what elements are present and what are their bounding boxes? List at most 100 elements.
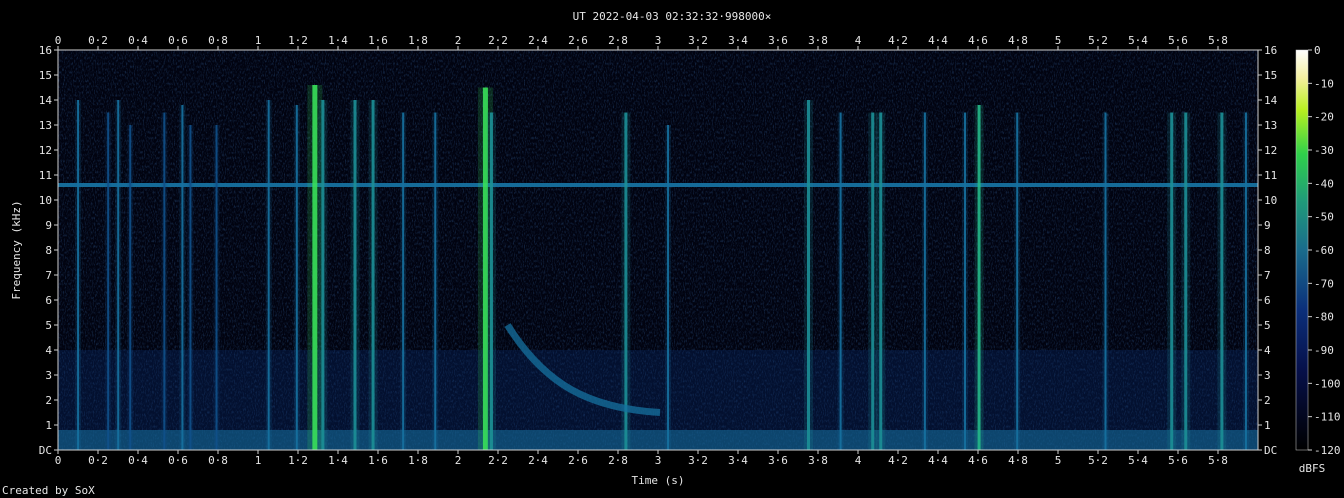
colorbar-tick-label: -100 bbox=[1314, 377, 1341, 390]
x-tick-label: 5·8 bbox=[1208, 454, 1228, 467]
x-tick-label-top: 4·6 bbox=[968, 34, 988, 47]
impulse-line bbox=[181, 105, 184, 450]
impulse-line bbox=[1016, 112, 1019, 450]
x-tick-label: 5 bbox=[1055, 454, 1062, 467]
x-tick-label: 2·6 bbox=[568, 454, 588, 467]
impulse-line bbox=[353, 100, 357, 450]
x-tick-label-top: 3·4 bbox=[728, 34, 748, 47]
x-tick-label: 3·2 bbox=[688, 454, 708, 467]
x-tick-label-top: 3·8 bbox=[808, 34, 828, 47]
x-tick-label-top: 3·6 bbox=[768, 34, 788, 47]
colorbar-tick-label: -20 bbox=[1314, 111, 1334, 124]
x-tick-label-top: 1·6 bbox=[368, 34, 388, 47]
impulse-line bbox=[977, 105, 981, 450]
colorbar-tick-label: 0 bbox=[1314, 44, 1321, 57]
impulse-line bbox=[1220, 112, 1224, 450]
x-tick-label: 5·2 bbox=[1088, 454, 1108, 467]
x-tick-label: 1·2 bbox=[288, 454, 308, 467]
x-tick-label: 0·2 bbox=[88, 454, 108, 467]
x-tick-label-top: 2 bbox=[455, 34, 462, 47]
y-tick-label-right: 6 bbox=[1264, 294, 1271, 307]
y-tick-label-right: 11 bbox=[1264, 169, 1277, 182]
chart-title: UT 2022-04-03 02:32:32·998000× bbox=[573, 10, 772, 23]
x-tick-label: 5·6 bbox=[1168, 454, 1188, 467]
x-tick-label: 1·4 bbox=[328, 454, 348, 467]
x-tick-label: 4·4 bbox=[928, 454, 948, 467]
y-tick-label-right: 2 bbox=[1264, 394, 1271, 407]
y-tick-label-right: 13 bbox=[1264, 119, 1277, 132]
y-tick-label: 13 bbox=[39, 119, 52, 132]
impulse-line bbox=[871, 112, 875, 450]
x-axis-label: Time (s) bbox=[632, 474, 685, 487]
colorbar-tick-label: -50 bbox=[1314, 211, 1334, 224]
impulse-line bbox=[215, 125, 218, 450]
colorbar: 0 -10 -20 -30 -40 -50 -60 -70 -80 -90 -100 -110 -120… bbox=[1295, 44, 1341, 475]
y-tick-label: 11 bbox=[39, 169, 52, 182]
y-tick-label-right: 7 bbox=[1264, 269, 1271, 282]
y-tick-label: 5 bbox=[45, 319, 52, 332]
y-tick-label: 8 bbox=[45, 244, 52, 257]
y-tick-label-right: 9 bbox=[1264, 219, 1271, 232]
x-tick-label-top: 5·2 bbox=[1088, 34, 1108, 47]
y-tick-label: 12 bbox=[39, 144, 52, 157]
x-tick-label: 0·8 bbox=[208, 454, 228, 467]
colorbar-tick-label: -60 bbox=[1314, 244, 1334, 257]
y-tick-label-right: 3 bbox=[1264, 369, 1271, 382]
low-band bbox=[58, 430, 1258, 450]
impulse-line bbox=[371, 100, 375, 450]
spectrogram-chart: UT 2022-04-03 02:32:32·998000× 0 0 0·2 0·2 0… bbox=[2, 10, 1341, 497]
x-tick-label-top: 4·4 bbox=[928, 34, 948, 47]
x-tick-label-top: 1·2 bbox=[288, 34, 308, 47]
impulse-line bbox=[77, 100, 80, 450]
impulse-line bbox=[163, 112, 166, 450]
y-tick-label-right: DC bbox=[1264, 444, 1277, 457]
x-tick-label-top: 4·8 bbox=[1008, 34, 1028, 47]
impulse-line bbox=[964, 112, 967, 450]
x-tick-label-top: 1·4 bbox=[328, 34, 348, 47]
colorbar-tick-label: -70 bbox=[1314, 277, 1334, 290]
x-tick-label-top: 0·8 bbox=[208, 34, 228, 47]
y-tick-label-right: 4 bbox=[1264, 344, 1271, 357]
colorbar-gradient bbox=[1295, 49, 1309, 451]
y-tick-label-right: 10 bbox=[1264, 194, 1277, 207]
y-tick-label: 7 bbox=[45, 269, 52, 282]
y-tick-label: 4 bbox=[45, 344, 52, 357]
y-tick-label-right: 15 bbox=[1264, 69, 1277, 82]
x-tick-label-top: 5·6 bbox=[1168, 34, 1188, 47]
x-tick-label: 3·8 bbox=[808, 454, 828, 467]
x-tick-label: 2·2 bbox=[488, 454, 508, 467]
impulse-line bbox=[1104, 112, 1107, 450]
impulse-line bbox=[267, 100, 270, 450]
x-tick-label: 0 bbox=[55, 454, 62, 467]
x-tick-label-top: 4 bbox=[855, 34, 862, 47]
y-tick-label-right: 16 bbox=[1264, 44, 1277, 57]
y-tick-label: 16 bbox=[39, 44, 52, 57]
x-tick-label-top: 2·2 bbox=[488, 34, 508, 47]
colorbar-tick-label: -120 bbox=[1314, 444, 1341, 457]
impulse-line bbox=[839, 112, 842, 450]
x-tick-label-top: 1 bbox=[255, 34, 262, 47]
y-tick-label: 9 bbox=[45, 219, 52, 232]
x-tick-label-top: 0 bbox=[55, 34, 62, 47]
impulse-line bbox=[107, 112, 110, 450]
impulse-line bbox=[807, 100, 811, 450]
x-tick-label-top: 5·8 bbox=[1208, 34, 1228, 47]
colorbar-tick-label: -10 bbox=[1314, 77, 1334, 90]
impulse-line bbox=[1184, 112, 1188, 450]
x-tick-label-top: 2·6 bbox=[568, 34, 588, 47]
impulse-line bbox=[117, 100, 120, 450]
carrier-line bbox=[58, 183, 1258, 187]
x-tick-label: 1·8 bbox=[408, 454, 428, 467]
x-tick-label-top: 2·4 bbox=[528, 34, 548, 47]
x-tick-label: 3·4 bbox=[728, 454, 748, 467]
x-tick-label: 4 bbox=[855, 454, 862, 467]
impulse-line bbox=[295, 105, 298, 450]
credit-text: Created by SoX bbox=[2, 484, 95, 497]
impulse-line bbox=[434, 112, 437, 450]
y-tick-label: 6 bbox=[45, 294, 52, 307]
colorbar-tick-label: -80 bbox=[1314, 311, 1334, 324]
impulse-line bbox=[879, 112, 883, 450]
x-tick-label: 1 bbox=[255, 454, 262, 467]
y-tick-label-right: 1 bbox=[1264, 419, 1271, 432]
colorbar-tick-label: -40 bbox=[1314, 177, 1334, 190]
